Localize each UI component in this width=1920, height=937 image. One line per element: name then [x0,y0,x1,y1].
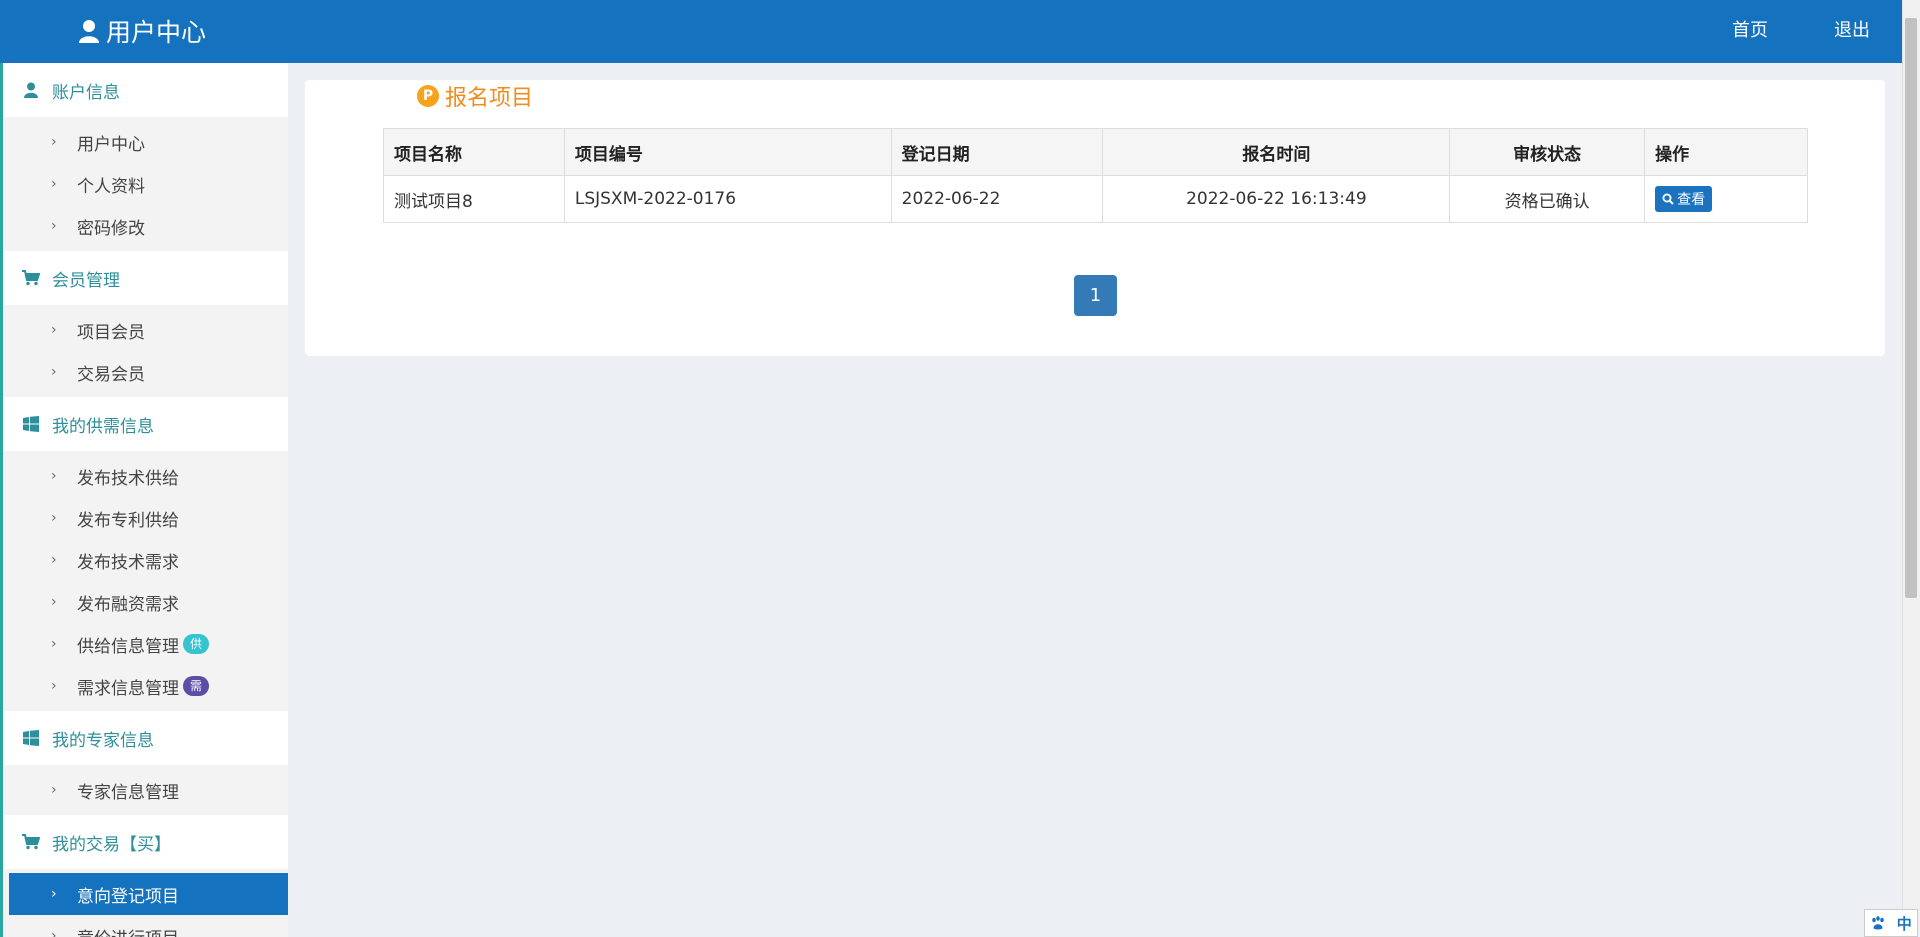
sidebar-item-label: 发布融资需求 [77,594,179,615]
chevron-right-icon: › [51,594,57,610]
sidebar-submenu: › 发布技术供给 › 发布专利供给 › 发布技术需求 › 发布融资需求 › 供给信息管理供… [3,451,288,711]
sidebar-item-supply-management[interactable]: › 供给信息管理供 [3,623,288,665]
supply-badge: 供 [183,634,210,654]
chevron-right-icon: › [51,552,57,568]
sidebar-submenu: › 用户中心 › 个人资料 › 密码修改 [3,117,288,251]
sidebar-group-label: 我的专家信息 [52,730,154,751]
sidebar: 账户信息 › 用户中心 › 个人资料 › 密码修改 会员管理 › 项目会员 › 交易会员 … [3,63,288,937]
col-header-name: 项目名称 [383,128,565,176]
p-badge-icon: P [417,85,439,107]
logout-link[interactable]: 退出 [1834,16,1870,42]
page-title: P 报名项目 [417,80,533,112]
windows-icon [22,730,40,746]
sidebar-item-label: 竞价进行项目 [77,924,179,937]
sidebar-item-publish-finance-demand[interactable]: › 发布融资需求 [3,581,288,623]
sidebar-item-label: 供给信息管理 [77,636,179,657]
cell-project-code: LSJSXM-2022-0176 [563,175,892,223]
col-header-code: 项目编号 [563,128,892,176]
vertical-scrollbar[interactable] [1902,0,1920,937]
sidebar-item-label: 专家信息管理 [77,782,179,803]
chevron-right-icon: › [51,782,57,798]
sidebar-item-label: 发布技术需求 [77,552,179,573]
sidebar-item-expert-management[interactable]: › 专家信息管理 [3,769,288,811]
table-header-row: 项目名称 项目编号 登记日期 报名时间 审核状态 操作 [383,128,1808,176]
cart-icon [22,270,40,286]
chevron-right-icon: › [51,678,57,694]
view-button-label: 查看 [1677,191,1706,207]
sidebar-item-password[interactable]: › 密码修改 [3,205,288,247]
sidebar-item-label: 密码修改 [77,218,145,239]
paw-icon [1872,916,1885,930]
table-row: 测试项目8 LSJSXM-2022-0176 2022-06-22 2022-0… [383,175,1808,223]
sidebar-group-my-trade-buy[interactable]: 我的交易【买】 [3,815,288,869]
cell-status: 资格已确认 [1449,175,1646,223]
ime-toolbar[interactable]: 中 [1864,909,1918,937]
sidebar-item-trade-member[interactable]: › 交易会员 [3,351,288,393]
chevron-right-icon: › [51,364,57,380]
sidebar-group-label: 我的交易【买】 [52,834,171,855]
top-header: 用户中心 首页 退出 [0,0,1902,63]
col-header-reg-date: 登记日期 [890,128,1104,176]
chevron-right-icon: › [51,928,57,937]
sidebar-item-publish-patent-supply[interactable]: › 发布专利供给 [3,497,288,539]
col-header-action: 操作 [1644,128,1808,176]
sidebar-group-label: 账户信息 [52,82,120,103]
brand: 用户中心 [78,14,206,48]
sidebar-group-expert[interactable]: 我的专家信息 [3,711,288,765]
sidebar-item-publish-tech-supply[interactable]: › 发布技术供给 [3,455,288,497]
app-title: 用户中心 [106,18,207,47]
home-link[interactable]: 首页 [1732,16,1768,42]
user-icon [78,19,100,43]
search-icon [1662,193,1674,205]
ime-mode-label: 中 [1896,914,1912,933]
demand-badge: 需 [183,676,210,696]
sidebar-item-label: 发布专利供给 [77,510,179,531]
cell-project-name: 测试项目8 [383,175,565,223]
chevron-right-icon: › [51,636,57,652]
main-panel: P 报名项目 项目名称 项目编号 登记日期 报名时间 审核状态 操作 测试项目8… [305,80,1885,356]
sidebar-item-demand-management[interactable]: › 需求信息管理需 [3,665,288,707]
scrollbar-thumb[interactable] [1905,18,1917,598]
page-title-text: 报名项目 [445,86,534,111]
chevron-right-icon: › [51,886,57,902]
sidebar-item-label: 需求信息管理 [77,678,179,699]
chevron-right-icon: › [51,218,57,234]
chevron-right-icon: › [51,176,57,192]
sidebar-group-supply-demand[interactable]: 我的供需信息 [3,397,288,451]
sidebar-item-profile[interactable]: › 个人资料 [3,163,288,205]
sidebar-item-intent-registration[interactable]: › 意向登记项目 [9,873,288,915]
chevron-right-icon: › [51,134,57,150]
sidebar-item-label: 项目会员 [77,322,145,343]
sidebar-group-label: 我的供需信息 [52,416,154,437]
sidebar-item-publish-tech-demand[interactable]: › 发布技术需求 [3,539,288,581]
sidebar-item-label: 交易会员 [77,364,145,385]
user-icon [22,82,40,98]
sidebar-group-membership[interactable]: 会员管理 [3,251,288,305]
sidebar-item-bidding-projects[interactable]: › 竞价进行项目 [3,915,288,937]
sidebar-item-label: 用户中心 [77,134,145,155]
sidebar-item-label: 发布技术供给 [77,468,179,489]
sidebar-group-label: 会员管理 [52,270,120,291]
chevron-right-icon: › [51,468,57,484]
sidebar-group-account[interactable]: 账户信息 [3,63,288,117]
cell-signup-time: 2022-06-22 16:13:49 [1102,175,1451,223]
pagination-page-1[interactable]: 1 [1074,275,1117,316]
chevron-right-icon: › [51,322,57,338]
cart-icon [22,834,40,850]
cell-reg-date: 2022-06-22 [890,175,1104,223]
sidebar-item-label: 意向登记项目 [77,886,179,907]
windows-icon [22,416,40,432]
sidebar-item-project-member[interactable]: › 项目会员 [3,309,288,351]
sidebar-submenu: › 专家信息管理 [3,765,288,815]
signup-table: 项目名称 项目编号 登记日期 报名时间 审核状态 操作 测试项目8 LSJSXM… [383,128,1808,223]
sidebar-item-label: 个人资料 [77,176,145,197]
sidebar-submenu: › 项目会员 › 交易会员 [3,305,288,397]
view-button[interactable]: 查看 [1655,186,1713,212]
sidebar-submenu: › 意向登记项目 › 竞价进行项目 [3,869,288,937]
sidebar-item-user-center[interactable]: › 用户中心 [3,121,288,163]
cell-action: 查看 [1644,175,1808,223]
col-header-status: 审核状态 [1449,128,1646,176]
chevron-right-icon: › [51,510,57,526]
col-header-signup-time: 报名时间 [1102,128,1451,176]
